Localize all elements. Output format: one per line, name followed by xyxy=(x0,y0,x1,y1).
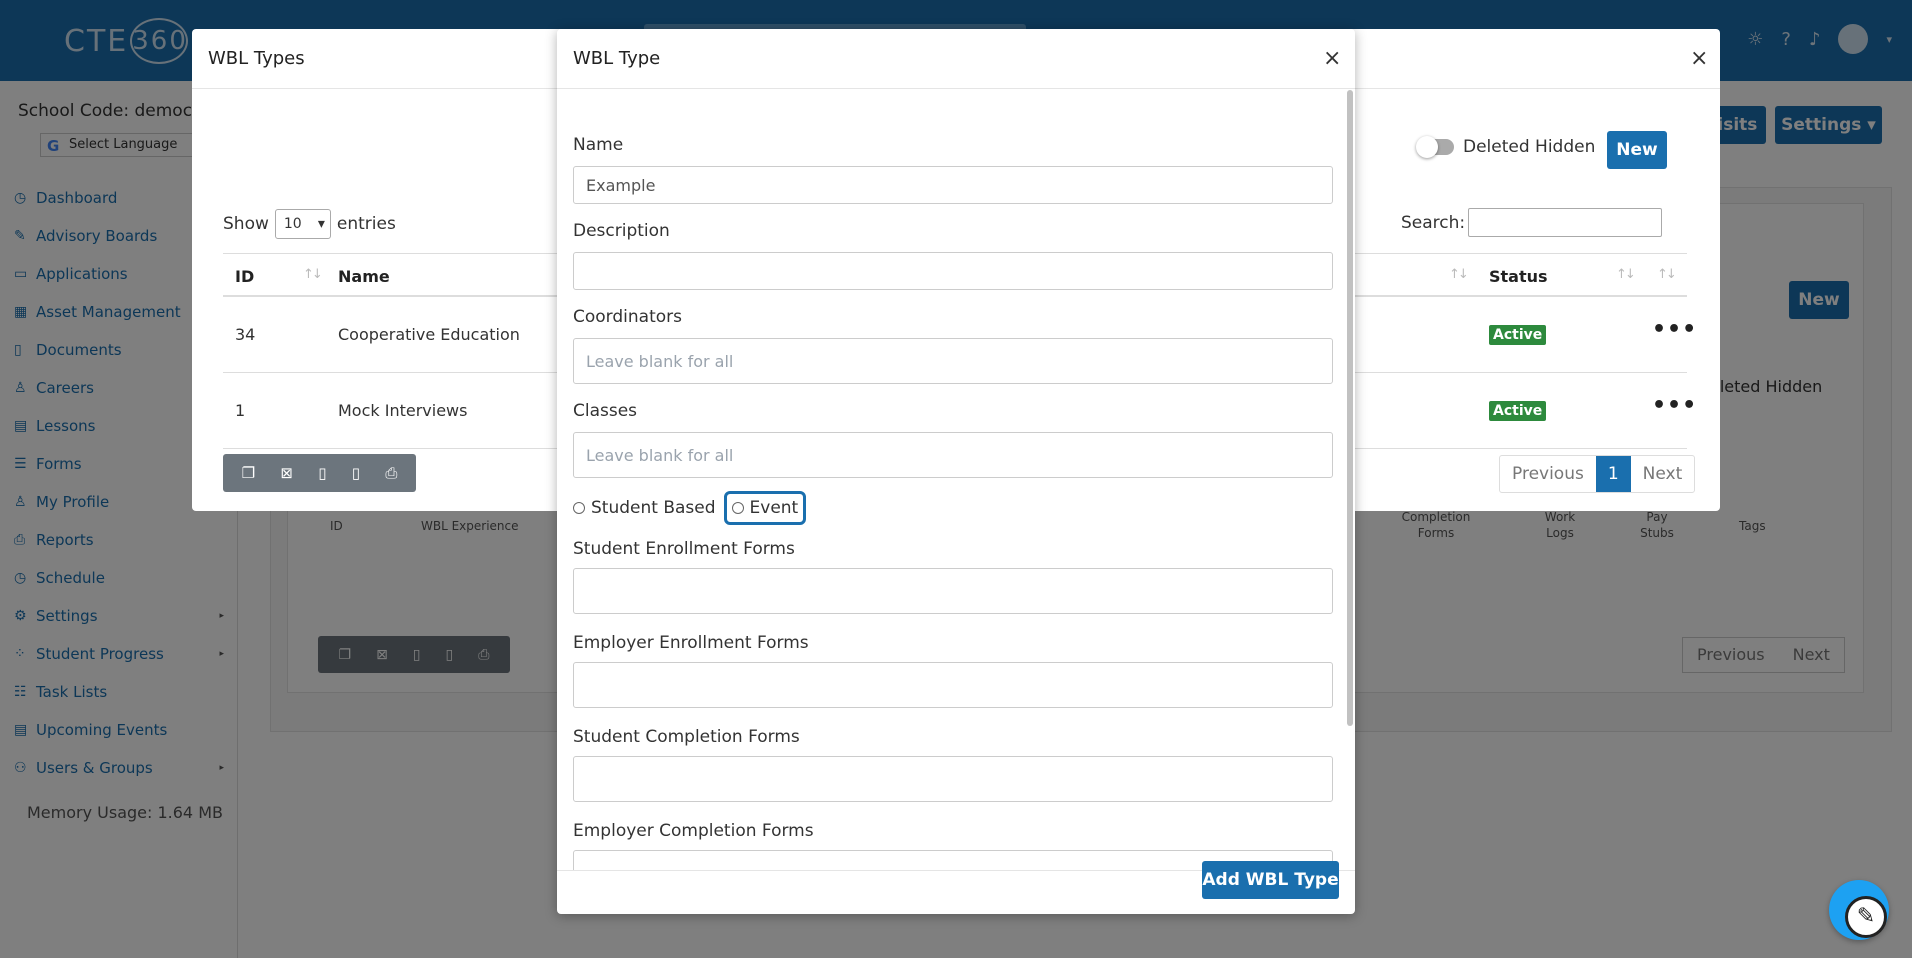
coordinators-input[interactable]: Leave blank for all xyxy=(573,338,1333,384)
previous-button[interactable]: Previous xyxy=(1500,456,1596,492)
page-1-button[interactable]: 1 xyxy=(1595,456,1631,492)
student-completion-input[interactable] xyxy=(573,756,1333,802)
wbl-types-close-icon[interactable]: × xyxy=(1690,48,1708,70)
row-name: Cooperative Education xyxy=(338,325,520,344)
excel-icon[interactable]: ⊠ xyxy=(280,464,293,482)
event-radio[interactable] xyxy=(731,502,744,514)
classes-input[interactable]: Leave blank for all xyxy=(573,432,1333,478)
next-button[interactable]: Next xyxy=(1631,456,1695,492)
sort-icon[interactable]: ↑↓ xyxy=(1616,267,1636,282)
add-wbl-type-button[interactable]: Add WBL Type xyxy=(1202,861,1339,899)
coordinators-label: Coordinators xyxy=(573,307,682,327)
show-entries: Show 10 entries xyxy=(223,209,396,239)
employer-enrollment-input[interactable] xyxy=(573,662,1333,708)
deleted-hidden-label: Deleted Hidden xyxy=(1463,137,1596,157)
export-toolbar: ❐ ⊠ ▯ ▯ ⎙ xyxy=(223,454,416,492)
event-radio-option[interactable]: Event xyxy=(723,491,807,525)
toggle-knob xyxy=(1416,136,1438,158)
pagination: Previous 1 Next xyxy=(1499,455,1696,493)
row-actions-icon[interactable]: ••• xyxy=(1652,317,1697,342)
name-label: Name xyxy=(573,135,624,155)
row-name: Mock Interviews xyxy=(338,401,468,420)
copy-icon[interactable]: ❐ xyxy=(242,464,255,482)
entries-label: entries xyxy=(336,214,396,234)
classes-label: Classes xyxy=(573,401,638,421)
column-id[interactable]: ID xyxy=(235,267,254,286)
row-id: 34 xyxy=(235,325,256,344)
type-radio-group: Student Based Event xyxy=(573,488,807,528)
table-search-input[interactable] xyxy=(1468,208,1662,237)
row-id: 1 xyxy=(235,401,246,420)
print-icon[interactable]: ⎙ xyxy=(385,464,397,482)
row-actions-icon[interactable]: ••• xyxy=(1652,393,1697,418)
name-input[interactable]: Example xyxy=(573,166,1333,204)
status-badge: Active xyxy=(1489,401,1547,421)
sort-icon[interactable]: ↑↓ xyxy=(1657,267,1677,282)
description-input[interactable] xyxy=(573,252,1333,290)
employer-enrollment-label: Employer Enrollment Forms xyxy=(573,633,809,653)
column-name[interactable]: Name xyxy=(338,267,390,286)
page-length-select[interactable]: 10 xyxy=(274,209,331,239)
csv-icon[interactable]: ▯ xyxy=(318,464,326,482)
student-enrollment-label: Student Enrollment Forms xyxy=(573,539,795,559)
sort-icon[interactable]: ↑↓ xyxy=(1449,267,1469,282)
status-badge: Active xyxy=(1489,325,1547,345)
employer-completion-label: Employer Completion Forms xyxy=(573,821,814,841)
pdf-icon[interactable]: ▯ xyxy=(352,464,360,482)
sort-icon[interactable]: ↑↓ xyxy=(303,267,323,282)
student-completion-label: Student Completion Forms xyxy=(573,727,800,747)
column-status[interactable]: Status xyxy=(1489,267,1548,286)
student-based-label[interactable]: Student Based xyxy=(591,498,716,518)
wbl-type-modal: WBL Type × Name Example Description Coor… xyxy=(557,29,1355,914)
show-label: Show xyxy=(223,214,269,234)
help-widget-button[interactable]: ✎ xyxy=(1829,880,1889,940)
search-label: Search: xyxy=(1401,213,1466,233)
wbl-types-modal-title: WBL Types xyxy=(208,48,305,69)
description-label: Description xyxy=(573,221,670,241)
chat-icon: ✎ xyxy=(1845,896,1887,938)
student-enrollment-input[interactable] xyxy=(573,568,1333,614)
modal-scrollbar[interactable] xyxy=(1347,90,1353,726)
wbl-type-form: Name Example Description Coordinators Le… xyxy=(557,89,1355,870)
wbl-type-modal-title: WBL Type xyxy=(573,48,661,69)
wbl-type-close-icon[interactable]: × xyxy=(1323,48,1341,70)
wbl-type-modal-header: WBL Type × xyxy=(557,29,1355,89)
student-based-radio[interactable] xyxy=(573,502,585,514)
event-label[interactable]: Event xyxy=(750,498,799,518)
new-wbl-type-button[interactable]: New xyxy=(1607,131,1667,169)
deleted-hidden-toggle[interactable] xyxy=(1416,136,1454,158)
